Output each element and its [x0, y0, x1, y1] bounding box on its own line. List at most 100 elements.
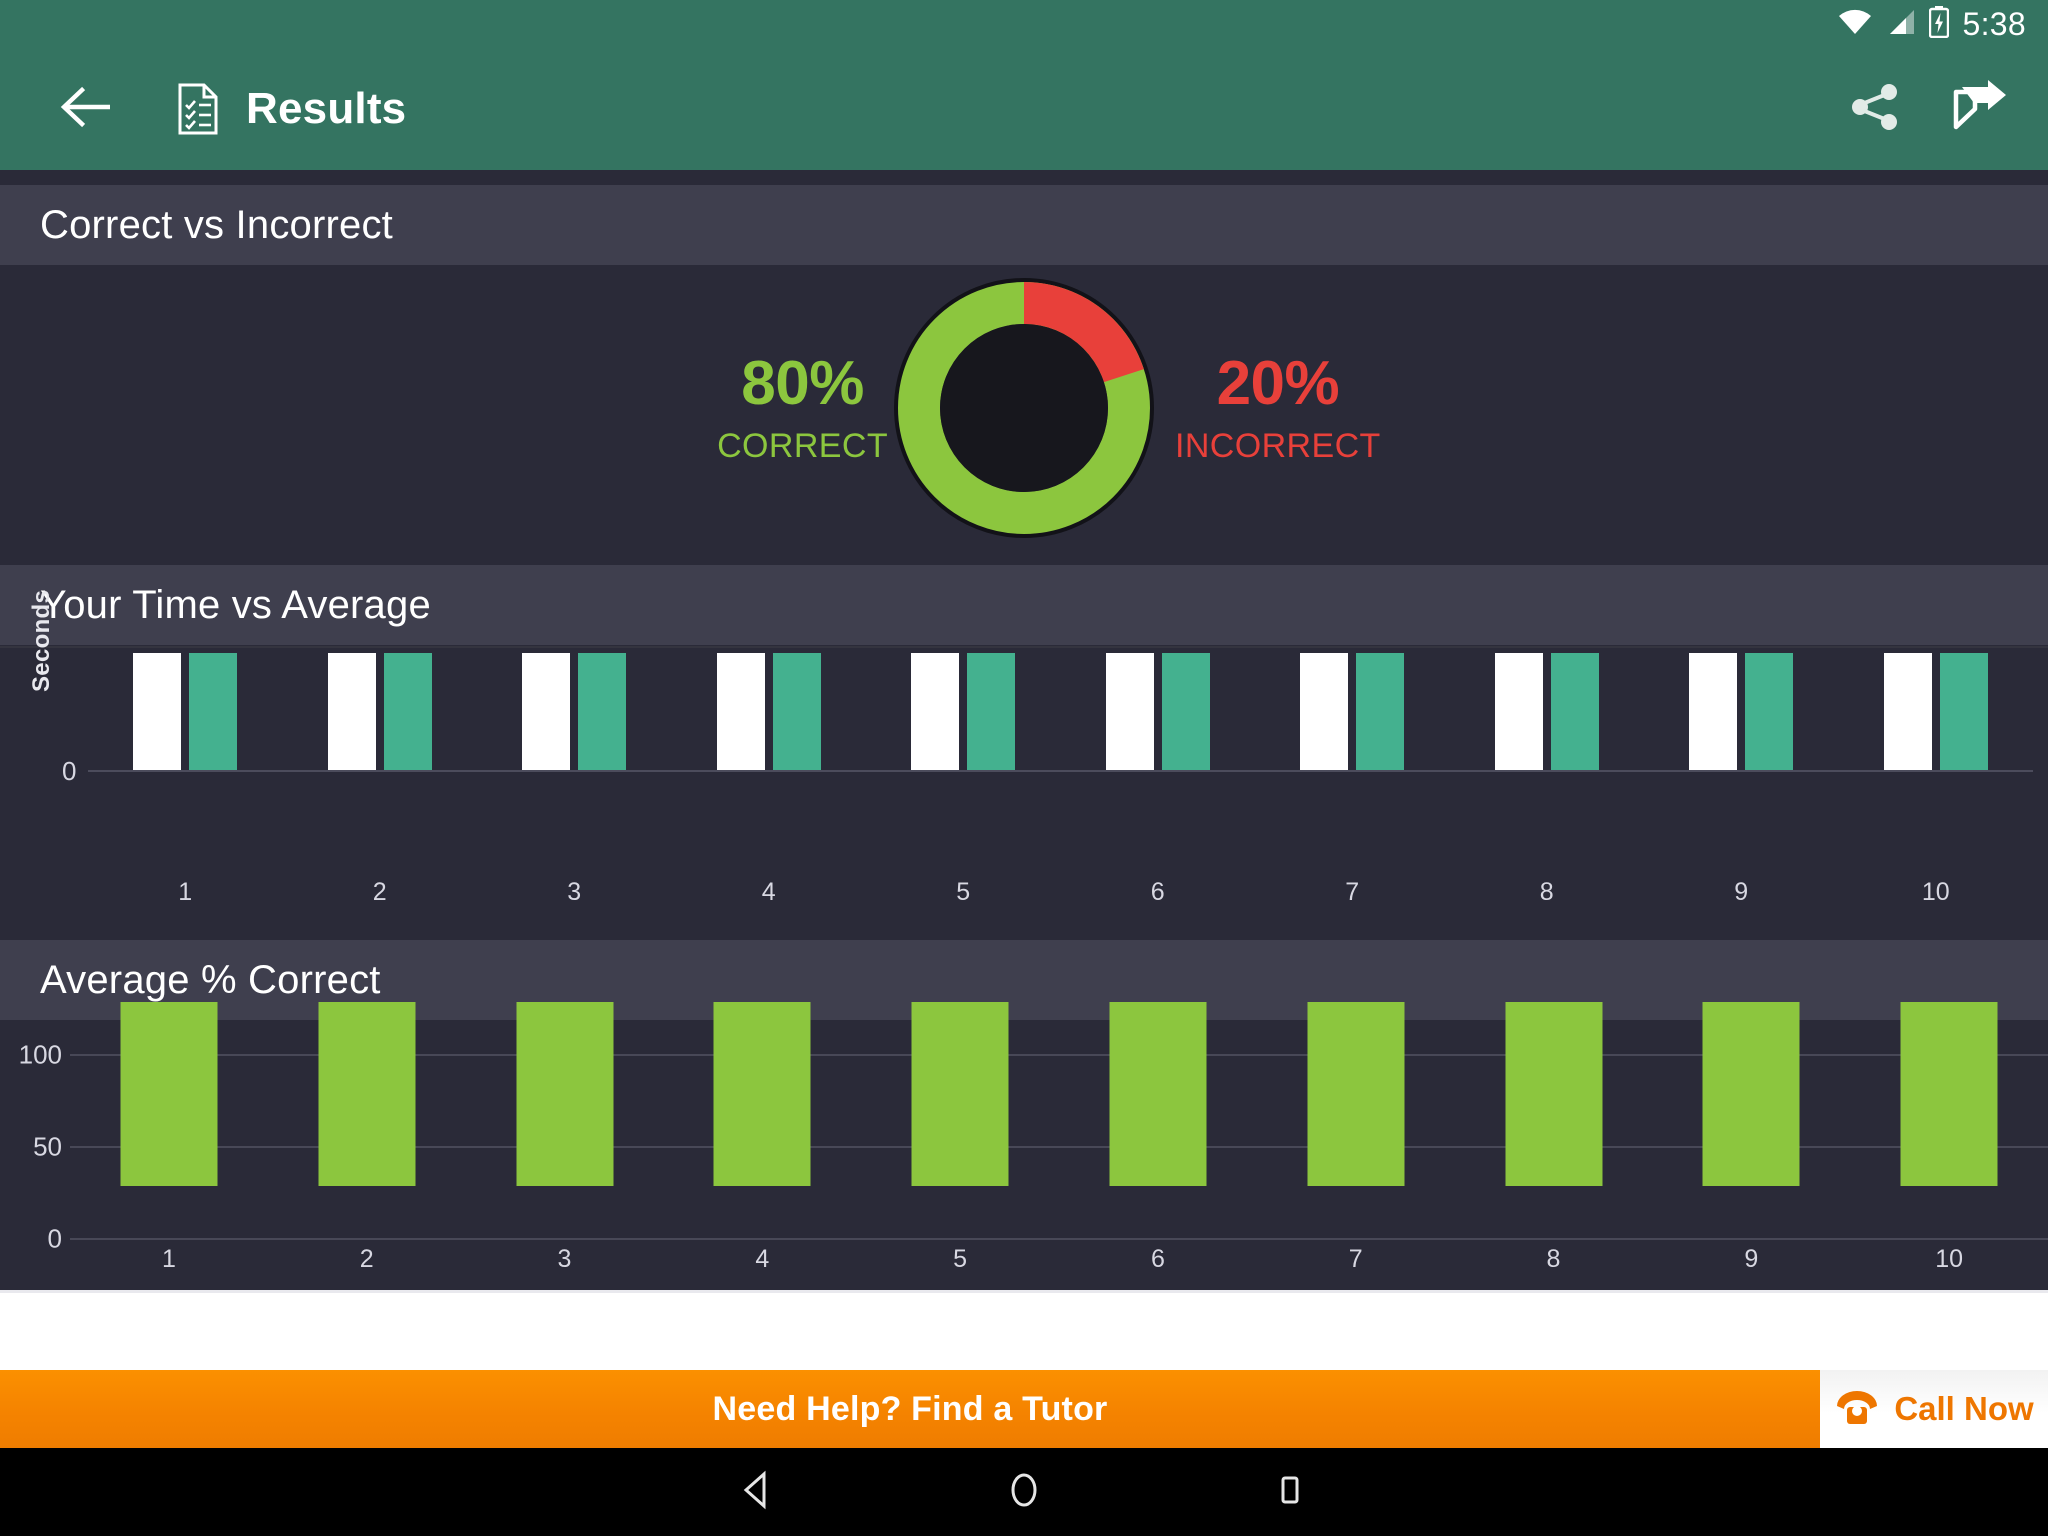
- nav-home-button[interactable]: [986, 1454, 1062, 1530]
- bar-average-percent: [713, 1002, 811, 1186]
- status-bar-clock: 5:38: [1962, 5, 2026, 42]
- bar-your-time: [522, 653, 571, 770]
- time-chart-x-label: 8: [1539, 878, 1554, 906]
- time-bar-group: [522, 653, 627, 770]
- time-chart-x-label: 10: [1921, 878, 1950, 906]
- bar-average-percent: [1505, 1002, 1602, 1186]
- percent-chart-x-label: 1: [161, 1245, 176, 1273]
- percent-chart-x-label: 2: [359, 1245, 374, 1273]
- chart-top-rule: [0, 646, 2048, 648]
- pct-chart-y-tick-0: 0: [47, 1223, 62, 1254]
- cell-signal-icon: [1886, 8, 1916, 41]
- bar-average-percent: [120, 1002, 218, 1186]
- time-chart-x-label: 9: [1734, 878, 1749, 906]
- app-bar: Results: [0, 48, 2048, 170]
- time-chart-x-label: 5: [956, 878, 971, 906]
- share-icon: [1848, 80, 1902, 139]
- time-chart-x-label: 2: [372, 878, 387, 906]
- bar-your-time: [1105, 653, 1154, 770]
- correct-percent-label: CORRECT: [717, 426, 888, 465]
- status-bar: 5:38: [0, 0, 2048, 48]
- tutor-ad-banner: Need Help? Find a Tutor Call Now: [0, 1370, 2048, 1448]
- nav-recents-square-icon: [1268, 1468, 1312, 1517]
- percent-chart-x-label: 6: [1150, 1245, 1165, 1273]
- pct-chart-y-tick-50: 50: [33, 1131, 62, 1162]
- bar-average-percent: [318, 1002, 416, 1186]
- time-chart-x-label: 4: [761, 878, 776, 906]
- telephone-icon: [1834, 1387, 1880, 1432]
- nav-recents-button[interactable]: [1252, 1454, 1328, 1530]
- call-now-label: Call Now: [1894, 1390, 2034, 1427]
- time-bar-group: [1494, 653, 1599, 770]
- back-arrow-icon: [60, 86, 116, 133]
- bar-your-time: [1689, 653, 1738, 770]
- app-screen: 5:38 Results Correct vs Incorrect 80% CO…: [0, 0, 2048, 1536]
- gridline-0: [70, 1238, 2048, 1240]
- content-bottom-spacer: [0, 1290, 2048, 1370]
- results-document-icon: [176, 83, 220, 135]
- percent-chart-x-label: 3: [557, 1245, 572, 1273]
- bar-your-time: [911, 653, 960, 770]
- bar-average-time: [1550, 653, 1599, 770]
- time-chart-x-label: 1: [178, 878, 193, 906]
- percent-chart-x-labels: 1 2 3 4 5 6 7 8 9 10: [70, 1245, 2048, 1279]
- bar-your-time: [133, 653, 182, 770]
- time-chart-y-axis-title: Seconds: [28, 589, 55, 692]
- send-button[interactable]: [1936, 66, 2022, 152]
- incorrect-percent-value: 20%: [1216, 348, 1340, 418]
- percent-chart-bars: [70, 1002, 2048, 1238]
- bar-average-time: [1745, 653, 1794, 770]
- percent-chart-x-label: 8: [1546, 1245, 1561, 1273]
- time-chart-bars: [88, 653, 2033, 772]
- time-bar-group: [1300, 653, 1405, 770]
- correct-percent-value: 80%: [741, 348, 864, 418]
- percent-chart-x-label: 9: [1744, 1245, 1759, 1273]
- bar-average-time: [772, 653, 821, 770]
- bar-average-time: [1161, 653, 1210, 770]
- incorrect-percent-label: INCORRECT: [1175, 426, 1381, 465]
- time-bar-group: [716, 653, 821, 770]
- time-bar-group: [1105, 653, 1210, 770]
- content-bottom-divider: [0, 1290, 2048, 1293]
- section-header-time-vs-average: Your Time vs Average: [0, 565, 2048, 645]
- bar-average-time: [383, 653, 432, 770]
- share-button[interactable]: [1832, 66, 1918, 152]
- time-bar-group: [911, 653, 1016, 770]
- section-title: Your Time vs Average: [40, 582, 431, 627]
- bar-average-time: [189, 653, 238, 770]
- bar-average-percent: [911, 1002, 1009, 1186]
- section-title: Average % Correct: [40, 957, 381, 1002]
- bar-average-time: [578, 653, 627, 770]
- status-icon-group: [1837, 5, 1949, 43]
- time-bar-group: [327, 653, 432, 770]
- bar-average-time: [1356, 653, 1405, 770]
- nav-back-button[interactable]: [720, 1454, 796, 1530]
- percent-chart-x-label: 5: [953, 1245, 968, 1273]
- back-button[interactable]: [56, 77, 120, 141]
- wifi-icon: [1837, 8, 1873, 41]
- time-bar-group: [133, 653, 238, 770]
- battery-charging-icon: [1928, 5, 1949, 43]
- section-title: Correct vs Incorrect: [40, 202, 393, 247]
- bar-your-time: [1300, 653, 1349, 770]
- bar-your-time: [1883, 653, 1932, 770]
- correct-incorrect-donut-chart: [894, 277, 1154, 538]
- bar-your-time: [1494, 653, 1543, 770]
- bar-average-percent: [516, 1002, 613, 1186]
- find-a-tutor-button[interactable]: Need Help? Find a Tutor: [0, 1370, 1820, 1448]
- percent-chart-x-label: 4: [755, 1245, 770, 1273]
- send-flag-icon: [1948, 79, 2010, 140]
- correct-stat: 80% CORRECT: [717, 348, 888, 465]
- time-chart-x-label: 3: [567, 878, 582, 906]
- bar-average-percent: [1702, 1002, 1800, 1186]
- pct-chart-y-tick-100: 100: [18, 1039, 62, 1070]
- call-now-button[interactable]: Call Now: [1820, 1370, 2048, 1448]
- find-a-tutor-label: Need Help? Find a Tutor: [712, 1389, 1108, 1428]
- time-chart-x-label: 6: [1150, 878, 1165, 906]
- bar-average-percent: [1109, 1002, 1207, 1186]
- time-bar-group: [1883, 653, 1988, 770]
- percent-chart-x-label: 7: [1348, 1245, 1363, 1273]
- bar-average-percent: [1900, 1002, 1998, 1186]
- bar-average-time: [967, 653, 1016, 770]
- nav-back-triangle-icon: [736, 1468, 780, 1517]
